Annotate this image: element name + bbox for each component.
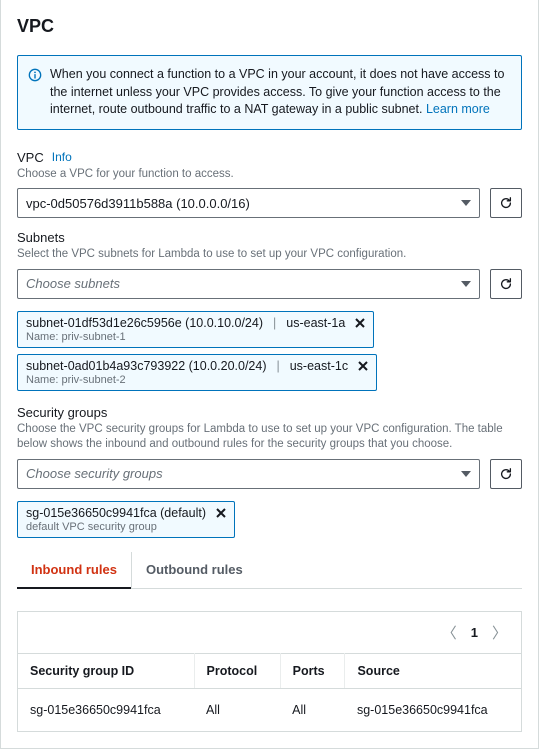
pager-next[interactable]: 〉	[492, 622, 507, 643]
refresh-icon	[499, 467, 513, 481]
cell-ports: All	[280, 688, 345, 731]
subnet-name: Name: priv-subnet-2	[26, 374, 368, 386]
subnet-name: Name: priv-subnet-1	[26, 331, 365, 343]
chevron-down-icon	[461, 471, 471, 477]
tab-inbound-rules[interactable]: Inbound rules	[17, 552, 131, 589]
subnet-zone: us-east-1a	[286, 316, 345, 330]
tab-outbound-rules[interactable]: Outbound rules	[131, 552, 257, 589]
table-row: sg-015e36650c9941fca All All sg-015e3665…	[18, 688, 521, 731]
chevron-down-icon	[461, 200, 471, 206]
security-group-name: default VPC security group	[26, 521, 226, 533]
vpc-info-alert: When you connect a function to a VPC in …	[17, 55, 522, 130]
refresh-icon	[499, 277, 513, 291]
rules-tabs: Inbound rules Outbound rules	[17, 552, 522, 589]
subnets-placeholder: Choose subnets	[26, 276, 120, 291]
security-group-id: sg-015e36650c9941fca (default)	[26, 506, 206, 520]
subnets-refresh-button[interactable]	[490, 269, 522, 299]
col-ports: Ports	[280, 653, 345, 688]
cell-sg-id: sg-015e36650c9941fca	[18, 688, 194, 731]
subnets-select[interactable]: Choose subnets	[17, 269, 480, 299]
subnets-label: Subnets	[17, 230, 65, 245]
security-groups-select[interactable]: Choose security groups	[17, 459, 480, 489]
subnets-helper: Select the VPC subnets for Lambda to use…	[17, 247, 522, 263]
col-security-group-id: Security group ID	[18, 653, 194, 688]
remove-subnet-button[interactable]	[358, 361, 368, 371]
info-icon	[28, 68, 42, 82]
close-icon	[358, 361, 368, 371]
subnet-id: subnet-01df53d1e26c5956e (10.0.10.0/24)	[26, 316, 263, 330]
cell-protocol: All	[194, 688, 280, 731]
page-title: VPC	[17, 16, 522, 37]
subnet-token: subnet-01df53d1e26c5956e (10.0.10.0/24) …	[17, 311, 374, 348]
pager-prev[interactable]: 〈	[442, 622, 457, 643]
vpc-info-link[interactable]: Info	[52, 150, 72, 164]
subnet-id: subnet-0ad01b4a93c793922 (10.0.20.0/24)	[26, 359, 266, 373]
vpc-label: VPC	[17, 150, 44, 165]
rules-table-card: 〈 1 〉 Security group ID Protocol Ports S…	[17, 611, 522, 732]
subnet-zone: us-east-1c	[290, 359, 348, 373]
refresh-icon	[499, 196, 513, 210]
security-groups-label: Security groups	[17, 405, 107, 420]
chevron-down-icon	[461, 281, 471, 287]
remove-security-group-button[interactable]	[216, 508, 226, 518]
close-icon	[355, 318, 365, 328]
close-icon	[216, 508, 226, 518]
security-groups-placeholder: Choose security groups	[26, 466, 163, 481]
vpc-helper: Choose a VPC for your function to access…	[17, 167, 522, 183]
subnet-token: subnet-0ad01b4a93c793922 (10.0.20.0/24) …	[17, 354, 377, 391]
security-groups-helper: Choose the VPC security groups for Lambd…	[17, 422, 522, 453]
security-groups-refresh-button[interactable]	[490, 459, 522, 489]
remove-subnet-button[interactable]	[355, 318, 365, 328]
vpc-select[interactable]: vpc-0d50576d3911b588a (10.0.0.0/16)	[17, 188, 480, 218]
rules-table: Security group ID Protocol Ports Source …	[18, 653, 521, 731]
col-source: Source	[345, 653, 521, 688]
pager-page: 1	[471, 625, 478, 640]
security-group-token: sg-015e36650c9941fca (default) default V…	[17, 501, 235, 538]
learn-more-link[interactable]: Learn more	[426, 102, 490, 116]
cell-source: sg-015e36650c9941fca	[345, 688, 521, 731]
vpc-select-value: vpc-0d50576d3911b588a (10.0.0.0/16)	[26, 196, 250, 211]
vpc-refresh-button[interactable]	[490, 188, 522, 218]
col-protocol: Protocol	[194, 653, 280, 688]
